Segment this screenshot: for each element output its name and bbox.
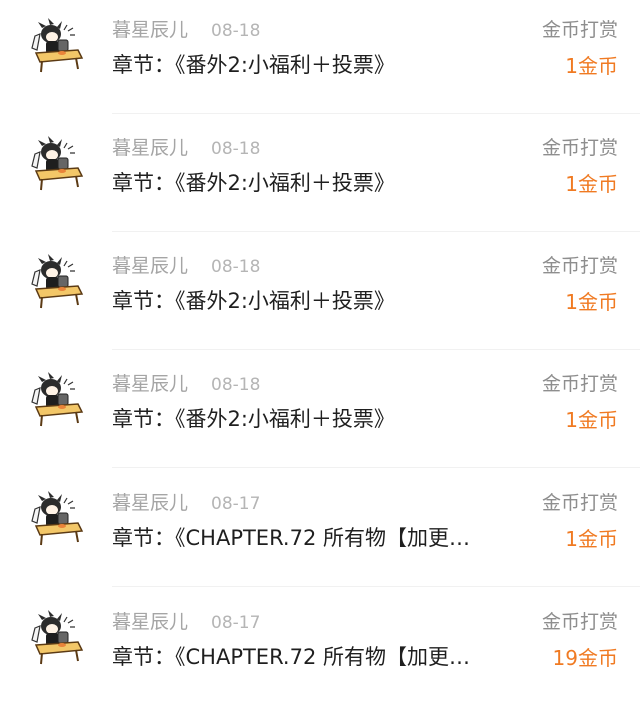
coin-amount: 1金币: [565, 172, 618, 196]
username[interactable]: 暮星辰儿: [112, 136, 188, 160]
list-item[interactable]: 暮星辰儿 08-18 金币打赏 章节：《番外2:小福利＋投票》 1金币: [0, 0, 640, 114]
reward-type-label: 金币打赏: [541, 19, 618, 41]
reward-date: 08-17: [211, 494, 261, 514]
list-item[interactable]: 暮星辰儿 08-18 金币打赏 章节：《番外2:小福利＋投票》 1金币: [0, 236, 640, 350]
avatar[interactable]: [26, 487, 88, 549]
list-item[interactable]: 暮星辰儿 08-17 金币打赏 章节：《CHAPTER.72 所有物【加更… 1…: [0, 592, 640, 702]
coin-amount: 19金币: [552, 646, 618, 670]
divider: [112, 349, 640, 350]
avatar[interactable]: [26, 132, 88, 194]
chapter-title[interactable]: 章节：《番外2:小福利＋投票》: [112, 405, 522, 433]
divider: [112, 467, 640, 468]
reward-type-label: 金币打赏: [541, 373, 618, 395]
chapter-title[interactable]: 章节：《番外2:小福利＋投票》: [112, 169, 522, 197]
chapter-title[interactable]: 章节：《番外2:小福利＋投票》: [112, 51, 522, 79]
reward-type-label: 金币打赏: [541, 611, 618, 633]
reward-list: 暮星辰儿 08-18 金币打赏 章节：《番外2:小福利＋投票》 1金币 暮星辰儿…: [0, 0, 640, 697]
username[interactable]: 暮星辰儿: [112, 372, 188, 396]
username[interactable]: 暮星辰儿: [112, 18, 188, 42]
reward-type-label: 金币打赏: [541, 137, 618, 159]
reward-type-label: 金币打赏: [541, 492, 618, 514]
coin-amount: 1金币: [565, 527, 618, 551]
reward-date: 08-18: [211, 139, 261, 159]
reward-date: 08-18: [211, 375, 261, 395]
list-item[interactable]: 暮星辰儿 08-17 金币打赏 章节：《CHAPTER.72 所有物【加更… 1…: [0, 473, 640, 587]
coin-amount: 1金币: [565, 54, 618, 78]
chapter-title[interactable]: 章节：《CHAPTER.72 所有物【加更…: [112, 524, 522, 552]
avatar[interactable]: [26, 368, 88, 430]
avatar[interactable]: [26, 14, 88, 76]
divider: [112, 586, 640, 587]
divider: [112, 113, 640, 114]
reward-date: 08-18: [211, 21, 261, 41]
username[interactable]: 暮星辰儿: [112, 610, 188, 634]
username[interactable]: 暮星辰儿: [112, 491, 188, 515]
chapter-title[interactable]: 章节：《番外2:小福利＋投票》: [112, 287, 522, 315]
coin-amount: 1金币: [565, 408, 618, 432]
avatar[interactable]: [26, 250, 88, 312]
reward-date: 08-17: [211, 613, 261, 633]
list-item[interactable]: 暮星辰儿 08-18 金币打赏 章节：《番外2:小福利＋投票》 1金币: [0, 354, 640, 468]
avatar[interactable]: [26, 606, 88, 668]
list-item[interactable]: 暮星辰儿 08-18 金币打赏 章节：《番外2:小福利＋投票》 1金币: [0, 118, 640, 232]
chapter-title[interactable]: 章节：《CHAPTER.72 所有物【加更…: [112, 643, 522, 671]
reward-type-label: 金币打赏: [541, 255, 618, 277]
username[interactable]: 暮星辰儿: [112, 254, 188, 278]
reward-date: 08-18: [211, 257, 261, 277]
coin-amount: 1金币: [565, 290, 618, 314]
divider: [112, 231, 640, 232]
